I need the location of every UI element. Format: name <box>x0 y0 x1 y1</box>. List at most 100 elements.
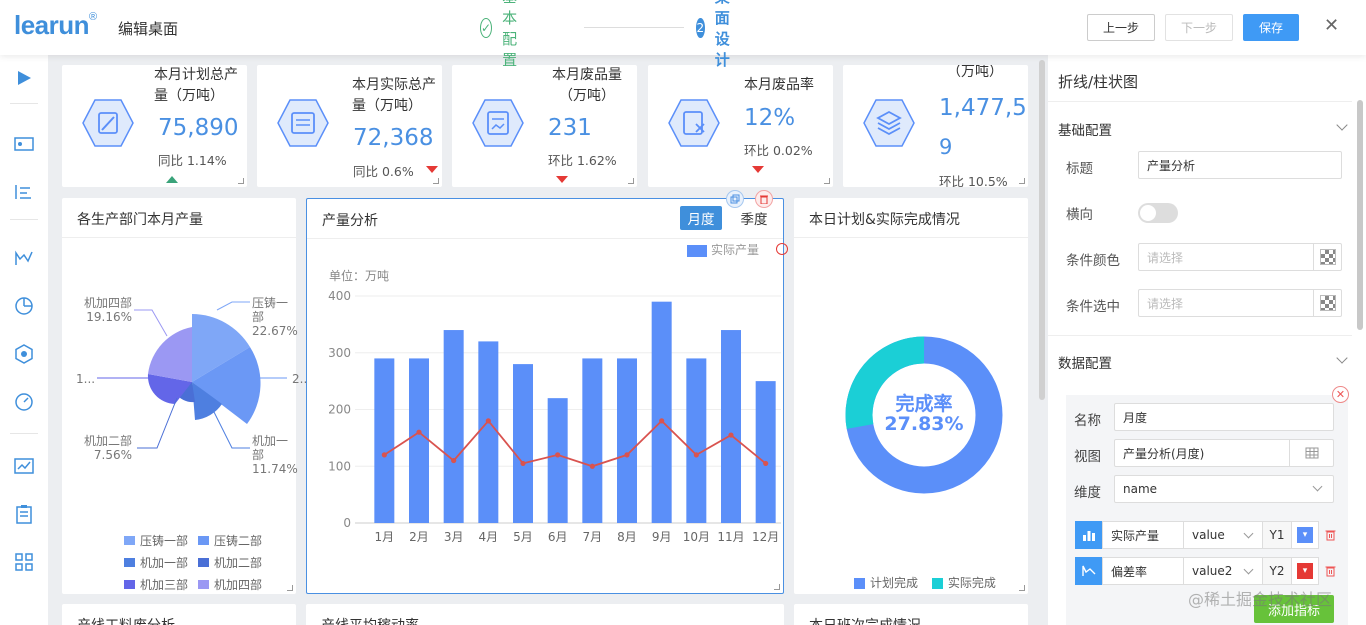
cond-color-select[interactable]: 请选择 <box>1138 243 1342 271</box>
donut-center-value: 27.83% <box>884 413 964 435</box>
layers-icon <box>863 99 915 147</box>
resize-handle[interactable] <box>238 178 244 184</box>
line-chart-icon[interactable] <box>1075 557 1103 585</box>
axis-label[interactable]: Y2 <box>1262 557 1292 585</box>
trend-board-icon[interactable] <box>13 455 35 477</box>
play-icon[interactable] <box>13 67 35 89</box>
legend-item[interactable]: 压铸二部 <box>198 530 262 552</box>
panel-title: 折线/柱状图 <box>1058 73 1139 91</box>
rose-label-name: 机加二部 <box>84 434 133 448</box>
legend-item[interactable]: 机加三部 <box>124 574 188 596</box>
color-swatch: ▾ <box>1297 563 1313 579</box>
chevron-down-icon <box>1243 564 1254 575</box>
gauge-icon[interactable] <box>13 391 35 413</box>
logo: learun® <box>14 10 97 40</box>
rail-divider <box>10 103 38 104</box>
line-point <box>520 460 526 467</box>
shift-completion-panel[interactable]: 本日班次完成情况 <box>794 604 1028 625</box>
canvas-scrollbar[interactable] <box>1039 60 1045 400</box>
resize-handle[interactable] <box>628 178 634 184</box>
metric-field-select[interactable]: value2 <box>1183 557 1263 585</box>
scrap-analysis-panel[interactable]: 产线工料废分析 <box>62 604 296 625</box>
view-label: 视图 <box>1074 449 1101 465</box>
panel-scrollbar[interactable] <box>1357 100 1363 330</box>
dim-select[interactable]: name <box>1114 475 1334 503</box>
legend-item[interactable]: 计划完成 <box>854 576 918 590</box>
trend-down-icon <box>556 176 568 183</box>
resize-handle[interactable] <box>433 178 439 184</box>
metric-field-select[interactable]: value <box>1183 521 1263 549</box>
drag-handle-icon[interactable] <box>776 243 788 255</box>
legend-label: 计划完成 <box>870 576 919 590</box>
copy-icon[interactable] <box>726 190 744 208</box>
basic-config-header[interactable]: 基础配置 <box>1058 119 1112 139</box>
delete-icon[interactable] <box>1322 521 1338 549</box>
kpi-card-scrap[interactable]: 本月废品量（万吨） 231 环比 1.62% <box>452 65 637 187</box>
resize-handle[interactable] <box>287 585 293 591</box>
y-tick-label: 400 <box>328 289 351 303</box>
step-basic-config[interactable]: ✓ 基本配置 <box>480 0 525 69</box>
color-picker-icon[interactable] <box>1313 243 1341 271</box>
kpi-ratio: 同比 0.6% <box>353 164 414 179</box>
axis-label[interactable]: Y1 <box>1262 521 1292 549</box>
color-swatch: ▾ <box>1297 527 1313 543</box>
prev-button[interactable]: 上一步 <box>1087 14 1155 41</box>
kpi-ratio: 同比 1.14% <box>158 153 227 168</box>
close-icon[interactable]: ✕ <box>1324 15 1339 36</box>
horizontal-toggle[interactable] <box>1138 203 1178 223</box>
resize-handle[interactable] <box>1019 178 1025 184</box>
x-tick-label: 8月 <box>617 530 637 544</box>
name-input[interactable]: 月度 <box>1114 403 1334 431</box>
chevron-down-icon[interactable] <box>1336 352 1348 364</box>
bar-chart-panel[interactable]: 产量分析 月度 季度 实际产量 单位：万吨 0 100 200 300 400 1月 2月 3… <box>306 198 784 594</box>
kpi-card-annual[interactable]: （万吨） 1,477,58 9 环比 10.5% <box>843 65 1028 187</box>
panel-title: 本日班次完成情况 <box>809 615 921 625</box>
title-input[interactable]: 产量分析 <box>1138 151 1342 179</box>
kpi-card-scrap-rate[interactable]: 本月废品率 12% 环比 0.02% <box>648 65 833 187</box>
chevron-down-icon[interactable] <box>1336 119 1348 131</box>
clipboard-icon[interactable] <box>13 503 35 525</box>
cond-select-select[interactable]: 请选择 <box>1138 289 1342 317</box>
resize-handle[interactable] <box>1019 585 1025 591</box>
metric-name-input[interactable]: 实际产量 <box>1102 521 1184 549</box>
color-picker-icon[interactable] <box>1313 289 1341 317</box>
next-button[interactable]: 下一步 <box>1165 14 1233 41</box>
rose-label-pct: 7.56% <box>93 448 132 462</box>
metric-color-picker[interactable]: ▾ <box>1291 557 1319 585</box>
donut-chart-panel[interactable]: 本日计划&实际完成情况 完成率 27.83% 计划完成 实际完成 <box>794 198 1028 594</box>
legend-item[interactable]: 机加四部 <box>198 574 262 596</box>
view-select[interactable]: 产量分析(月度) <box>1114 439 1334 467</box>
kpi-title: 本月废品率 <box>744 77 814 93</box>
rose-chart-panel[interactable]: 各生产部门本月产量 机加四部 19.16% 压铸一部 22.67% 1... 2..… <box>62 198 311 596</box>
legend-item[interactable]: 实际完成 <box>931 576 996 590</box>
remove-icon[interactable]: ✕ <box>1332 386 1349 403</box>
delete-icon[interactable] <box>755 190 773 208</box>
card-icon[interactable] <box>13 133 35 155</box>
kpi-card-actual[interactable]: 本月实际总产量（万吨） 72,368 同比 0.6% <box>257 65 442 187</box>
data-config-header[interactable]: 数据配置 <box>1058 352 1112 372</box>
line-chart-icon[interactable] <box>13 247 35 269</box>
table-icon[interactable] <box>1289 439 1333 467</box>
legend-item[interactable]: 机加一部 <box>124 552 188 574</box>
list-icon[interactable] <box>13 181 35 203</box>
rose-label: 1... <box>76 372 96 386</box>
kpi-card-plan[interactable]: 本月计划总产量（万吨） 75,890 同比 1.14% <box>62 65 247 187</box>
resize-handle[interactable] <box>774 584 780 590</box>
metric-name-input[interactable]: 偏差率 <box>1102 557 1184 585</box>
bar-chart-icon[interactable] <box>1075 521 1103 549</box>
legend-item[interactable]: 机加二部 <box>198 552 262 574</box>
resize-handle[interactable] <box>824 178 830 184</box>
delete-icon[interactable] <box>1322 557 1338 585</box>
legend-item[interactable]: 压铸一部 <box>124 530 188 552</box>
save-button[interactable]: 保存 <box>1243 14 1299 41</box>
rose-label-pct: 11.74% <box>252 462 298 476</box>
step-desktop-design[interactable]: 2 桌面设计 <box>696 0 741 69</box>
pie-chart-icon[interactable] <box>13 295 35 317</box>
header: learun® 编辑桌面 ✓ 基本配置 2 桌面设计 上一步 下一步 保存 ✕ <box>0 0 1366 69</box>
metric-color-picker[interactable]: ▾ <box>1291 521 1319 549</box>
kpi-title: 本月实际总产量（万吨） <box>352 77 436 114</box>
bar <box>513 364 533 523</box>
grid-icon[interactable] <box>13 551 35 573</box>
utilization-panel[interactable]: 产线平均稼动率 <box>306 604 784 625</box>
hexagon-icon[interactable] <box>13 343 35 365</box>
